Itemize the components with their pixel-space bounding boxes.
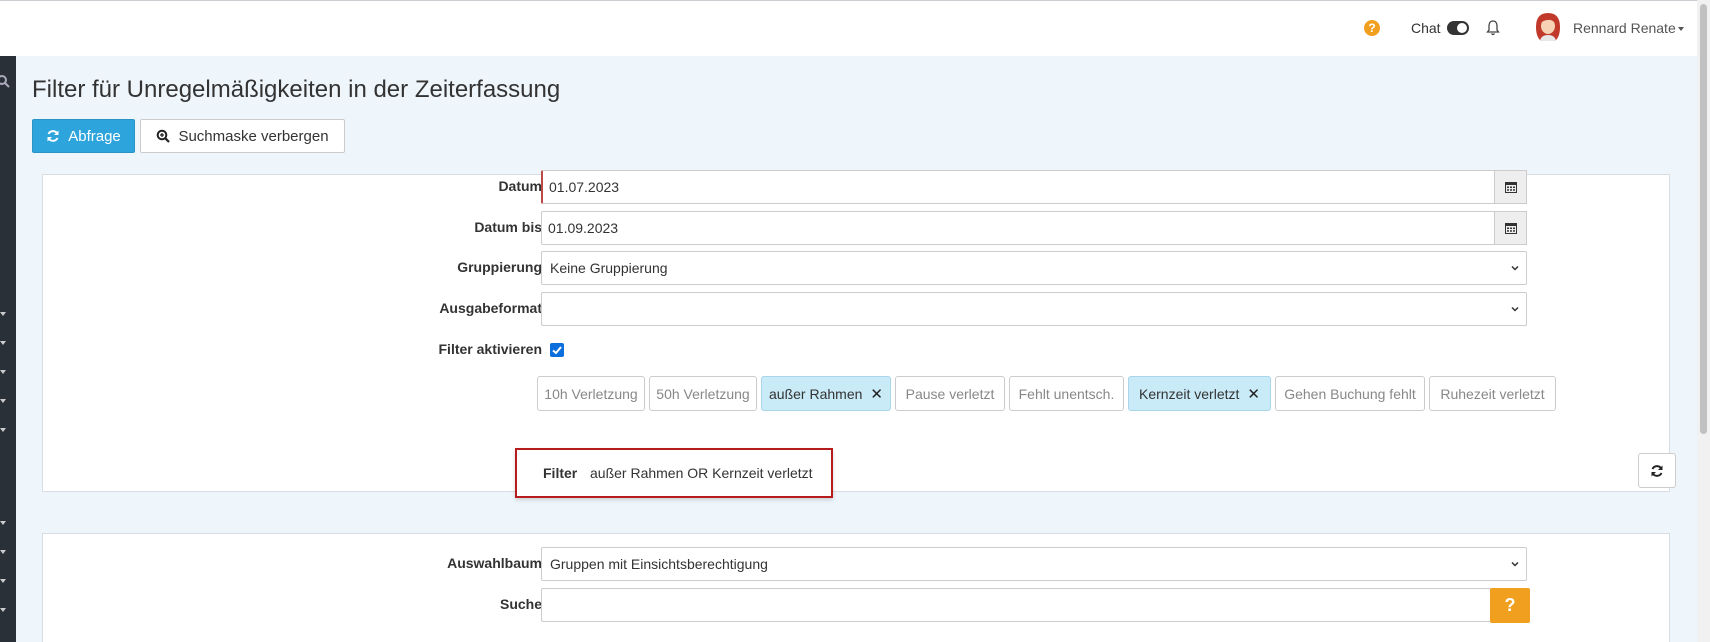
close-icon[interactable]: ✕ (1247, 385, 1260, 403)
datum-bis-label: Datum bis (474, 219, 542, 235)
auswahlbaum-label: Auswahlbaum (447, 555, 542, 571)
chip-label: außer Rahmen (769, 385, 863, 402)
user-name[interactable]: Rennard Renate (1573, 20, 1676, 36)
chip-label: Pause verletzt (905, 385, 995, 402)
hide-search-button[interactable]: Suchmaske verbergen (140, 119, 345, 153)
filter-label: Filter (543, 465, 578, 481)
filter-expression-value: außer Rahmen OR Kernzeit verletzt (590, 465, 813, 481)
datum-bis-input[interactable]: 01.09.2023 (541, 211, 1495, 245)
refresh-icon (47, 130, 59, 142)
sidebar-strip (0, 56, 16, 642)
chat-toggle[interactable] (1447, 21, 1469, 35)
auswahlbaum-select-value: Gruppen mit Einsichtsberechtigung (550, 556, 768, 572)
chip-pause-verletzt[interactable]: Pause verletzt (895, 376, 1005, 411)
chat-label: Chat (1411, 20, 1441, 36)
gruppierung-select[interactable]: Keine Gruppierung (541, 251, 1527, 285)
chip-ausser-rahmen[interactable]: außer Rahmen ✕ (761, 376, 891, 411)
bell-icon[interactable] (1484, 19, 1502, 37)
question-circle-icon[interactable]: ? (1364, 20, 1380, 36)
chip-kernzeit-verletzt[interactable]: Kernzeit verletzt ✕ (1128, 376, 1271, 411)
sidebar-caret-icon[interactable] (0, 579, 6, 583)
auswahlbaum-select[interactable]: Gruppen mit Einsichtsberechtigung (541, 547, 1527, 581)
chip-fehlt-unentsch[interactable]: Fehlt unentsch. (1009, 376, 1124, 411)
search-icon[interactable] (0, 74, 10, 88)
main-content: Filter für Unregelmäßigkeiten in der Zei… (16, 56, 1697, 642)
ausgabeformat-label: Ausgabeformat (439, 300, 542, 316)
chevron-down-icon (1511, 306, 1519, 312)
calendar-icon (1504, 223, 1517, 234)
zoom-icon (157, 129, 171, 143)
chip-50h-verletzung[interactable]: 50h Verletzung (649, 376, 757, 411)
sidebar-caret-icon[interactable] (0, 341, 6, 345)
chip-ruhezeit-verletzt[interactable]: Ruhezeit verletzt (1429, 376, 1556, 411)
filter-aktivieren-label: Filter aktivieren (438, 341, 543, 357)
filter-aktivieren-checkbox[interactable] (550, 343, 564, 357)
filter-expression-box: Filter außer Rahmen OR Kernzeit verletzt (515, 448, 833, 498)
chip-gehen-buchung-fehlt[interactable]: Gehen Buchung fehlt (1275, 376, 1425, 411)
chip-label: 10h Verletzung (544, 385, 638, 402)
sidebar-caret-icon[interactable] (0, 370, 6, 374)
sidebar-caret-icon[interactable] (0, 550, 6, 554)
calendar-button[interactable] (1494, 211, 1527, 245)
chip-label: Kernzeit verletzt (1139, 385, 1240, 402)
ausgabeformat-select[interactable] (541, 292, 1527, 326)
hide-search-button-label: Suchmaske verbergen (178, 127, 329, 145)
scrollbar-thumb[interactable] (1700, 4, 1707, 434)
sidebar-caret-icon[interactable] (0, 428, 6, 432)
calendar-button[interactable] (1494, 170, 1527, 204)
sidebar-caret-icon[interactable] (0, 399, 6, 403)
datum-label: Datum (498, 178, 542, 194)
datum-input[interactable]: 01.07.2023 (541, 170, 1495, 204)
calendar-icon (1504, 182, 1517, 193)
gruppierung-select-value: Keine Gruppierung (550, 260, 668, 276)
scrollbar[interactable] (1697, 0, 1710, 642)
page-title: Filter für Unregelmäßigkeiten in der Zei… (32, 76, 561, 103)
checkmark-icon (552, 346, 562, 355)
chip-label: Ruhezeit verletzt (1440, 385, 1545, 402)
sidebar-caret-icon[interactable] (0, 312, 6, 316)
chevron-down-icon (1511, 265, 1519, 271)
user-menu-caret-icon[interactable] (1678, 27, 1684, 31)
chip-label: Fehlt unentsch. (1018, 385, 1115, 402)
query-button-label: Abfrage (68, 127, 121, 145)
reset-filter-button[interactable] (1638, 453, 1676, 488)
search-help-button[interactable]: ? (1490, 588, 1530, 623)
refresh-icon (1651, 464, 1663, 477)
chevron-down-icon (1511, 561, 1519, 567)
chip-label: Gehen Buchung fehlt (1284, 385, 1416, 402)
toggle-knob (1457, 23, 1467, 33)
sidebar-caret-icon[interactable] (0, 608, 6, 612)
sidebar-caret-icon[interactable] (0, 521, 6, 525)
gruppierung-label: Gruppierung (457, 259, 542, 275)
suche-label: Suche (499, 596, 542, 612)
chip-label: 50h Verletzung (656, 385, 750, 402)
avatar[interactable] (1533, 11, 1563, 43)
suche-input[interactable] (541, 588, 1491, 622)
query-button[interactable]: Abfrage (32, 119, 135, 153)
chip-10h-verletzung[interactable]: 10h Verletzung (537, 376, 645, 411)
question-icon: ? (1504, 595, 1516, 615)
top-bar: ? Chat Rennard Renate (0, 0, 1710, 56)
close-icon[interactable]: ✕ (870, 385, 883, 403)
